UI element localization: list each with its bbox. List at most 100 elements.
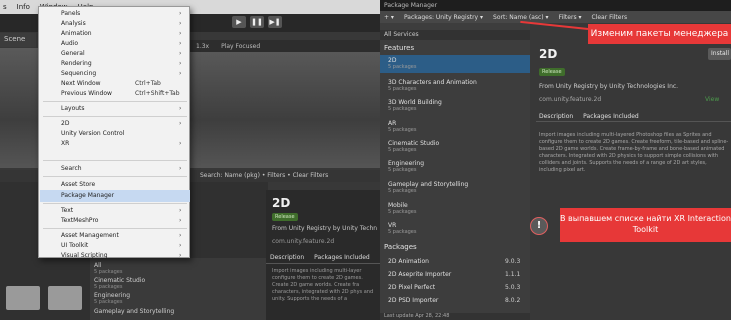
menu-item-ui-toolkit[interactable]: UI Toolkit [61,241,88,250]
menu-item-text[interactable]: Text [61,206,73,215]
package-source: From Unity Registry by Unity Technologie… [539,83,679,90]
chevron-right-icon: › [179,217,182,224]
list-item-3d-world[interactable]: 3D World Building 5 packages [388,99,442,112]
play-mode-dropdown[interactable]: Play Focused [221,43,260,50]
list-item-mobile[interactable]: Mobile 5 packages [388,202,416,215]
menu-item-s[interactable]: s [3,3,7,11]
filters-dropdown[interactable]: Filters ▾ [559,14,582,21]
chevron-right-icon: › [179,10,182,17]
menu-item-analysis[interactable]: Analysis [61,19,86,28]
chevron-right-icon: › [179,232,182,239]
menu-separator [43,228,187,229]
tab-packages-included[interactable]: Packages Included [314,254,370,261]
menu-item-animation[interactable]: Animation [61,29,92,38]
menu-item-audio[interactable]: Audio [61,39,78,48]
shortcut-label: Ctrl+Tab [135,80,161,87]
view-link[interactable]: View [705,96,719,103]
shortcut-label: Ctrl+Shift+Tab [135,90,180,97]
menu-item-2d[interactable]: 2D [61,119,69,128]
list-item-vr[interactable]: VR 5 packages [388,222,416,235]
sort-dropdown[interactable]: Sort: Name (asc) ▾ [493,14,549,21]
menu-item-asset-management[interactable]: Asset Management [61,231,119,240]
clear-filters-button[interactable]: Clear Filters [591,14,627,21]
list-item-2d[interactable]: 2D 5 packages [388,57,416,70]
info-icon: ! [530,217,548,235]
menu-item-sequencing[interactable]: Sequencing [61,69,96,78]
lower-package-source: From Unity Registry by Unity Techn [272,225,378,232]
menu-item-next-window[interactable]: Next Window [61,79,101,88]
package-manager-toolbar: + ▾ Packages: Unity Registry ▾ Sort: Nam… [380,11,731,23]
chevron-right-icon: › [179,70,182,77]
scale-label[interactable]: 1.3x [196,43,209,50]
window-menu-dropdown: Panels › Analysis › Animation › Audio › Gene… [38,6,190,260]
list-item-psd-importer[interactable]: 2D PSD Importer [388,297,438,304]
features-header[interactable]: Features [384,44,414,52]
chevron-right-icon: › [179,20,182,27]
menu-item-panels[interactable]: Panels [61,9,80,18]
menu-item-package-manager[interactable]: Package Manager [61,191,114,200]
chevron-right-icon: › [179,50,182,57]
tab-description[interactable]: Description [539,113,573,120]
package-description: Import images including multi-layered Ph… [539,132,729,173]
package-id: com.unity.feature.2d [539,96,602,103]
list-item[interactable]: Cinematic Studio 5 packages [94,277,145,290]
tab-description[interactable]: Description [270,254,304,261]
menu-item-asset-store[interactable]: Asset Store [61,180,95,189]
chevron-right-icon: › [179,242,182,249]
lower-package-id: com.unity.feature.2d [272,238,335,245]
list-item-cinematic[interactable]: Cinematic Studio 5 packages [388,140,439,153]
add-package-button[interactable]: + ▾ [384,14,394,21]
play-controls: ▶ ❚❚ ▶❚ [232,16,282,28]
package-list-tabs[interactable]: All Services [380,30,530,40]
chevron-right-icon: › [179,60,182,67]
list-item-pixel-perfect[interactable]: 2D Pixel Perfect [388,284,435,291]
list-item[interactable]: All 5 packages [94,262,122,275]
install-button[interactable]: Install [708,48,731,60]
annotation-top: Изменим пакеты менеджера [588,24,731,44]
menu-item-previous-window[interactable]: Previous Window [61,89,112,98]
version-label: 1.1.1 [505,271,521,278]
folder-icon[interactable] [48,286,82,310]
tab-scene[interactable]: Scene [0,33,36,47]
list-item[interactable]: Gameplay and Storytelling [94,308,174,315]
menu-item-rendering[interactable]: Rendering [61,59,92,68]
menu-item-info[interactable]: Info [17,3,30,11]
list-item[interactable]: Engineering 5 packages [94,292,130,305]
menu-item-unity-version-control[interactable]: Unity Version Control [61,129,124,138]
chevron-right-icon: › [179,140,182,147]
chevron-right-icon: › [179,207,182,214]
lower-detail-tabs: Description Packages Included [266,252,380,264]
tab-packages-included[interactable]: Packages Included [583,113,639,120]
menu-separator [43,176,187,177]
menu-item-search[interactable]: Search [61,164,82,173]
pause-button[interactable]: ❚❚ [250,16,264,28]
packages-header[interactable]: Packages [384,243,417,251]
menu-item-textmeshpro[interactable]: TextMeshPro [61,216,98,225]
menu-item-visual-scripting[interactable]: Visual Scripting [61,251,108,260]
chevron-right-icon: › [179,40,182,47]
play-button[interactable]: ▶ [232,16,246,28]
version-label: 5.0.3 [505,284,521,291]
list-item-engineering[interactable]: Engineering 5 packages [388,160,424,173]
step-button[interactable]: ▶❚ [268,16,282,28]
menu-item-xr[interactable]: XR [61,139,69,148]
list-item-2d-animation[interactable]: 2D Animation [388,258,429,265]
lower-release-badge: Release [272,213,298,221]
list-item-ar[interactable]: AR 5 packages [388,120,416,133]
menu-separator [43,160,187,161]
status-bar: Last update Apr 28, 22:48 [380,313,530,320]
packages-source-dropdown[interactable]: Packages: Unity Registry ▾ [404,14,483,21]
chevron-right-icon: › [179,105,182,112]
menu-separator [43,203,187,204]
list-item-gameplay[interactable]: Gameplay and Storytelling 5 packages [388,181,468,194]
list-item-3d-characters[interactable]: 3D Characters and Animation 5 packages [388,79,477,92]
menu-item-general[interactable]: General [61,49,85,58]
chevron-right-icon: › [179,165,182,172]
version-label: 8.0.2 [505,297,521,304]
folder-icon[interactable] [6,286,40,310]
annotation-middle: В выпавшем списке найти XR Interaction T… [560,208,731,242]
list-item-aseprite[interactable]: 2D Aseprite Importer [388,271,451,278]
menu-item-layouts[interactable]: Layouts [61,104,85,113]
chevron-right-icon: › [179,30,182,37]
lower-description: Import images including multi-layer conf… [272,268,374,302]
